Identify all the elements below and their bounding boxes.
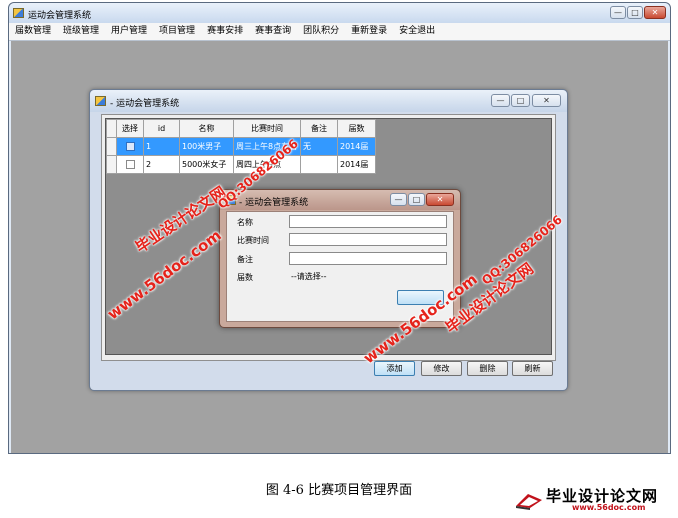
delete-button[interactable]: 删除 bbox=[467, 361, 508, 376]
table-header-row: 选择 id 名称 比赛时间 备注 届数 bbox=[106, 119, 376, 138]
column-header-id[interactable]: id bbox=[143, 119, 180, 138]
dialog-title: - 运动会管理系统 bbox=[239, 198, 309, 208]
menu-team-points[interactable]: 团队积分 bbox=[297, 23, 345, 40]
cell-id[interactable]: 2 bbox=[143, 155, 180, 174]
menu-project-management[interactable]: 项目管理 bbox=[153, 23, 201, 40]
table-row[interactable]: 1 100米男子 周三上午8点左右 无 2014届 bbox=[106, 137, 376, 156]
maximize-button[interactable]: □ bbox=[408, 193, 425, 206]
project-window-titlebar[interactable]: - 运动会管理系统 — □ ✕ bbox=[90, 90, 567, 112]
app-icon bbox=[13, 8, 24, 18]
maximize-button[interactable]: □ bbox=[511, 94, 530, 107]
column-header-session[interactable]: 届数 bbox=[337, 119, 376, 138]
menu-safe-exit[interactable]: 安全退出 bbox=[393, 23, 441, 40]
menubar: 届数管理 班级管理 用户管理 项目管理 赛事安排 赛事查询 团队积分 重新登录 … bbox=[9, 23, 670, 41]
remark-input[interactable] bbox=[289, 252, 447, 265]
cell-id[interactable]: 1 bbox=[143, 137, 180, 156]
remark-label: 备注 bbox=[237, 255, 253, 264]
select-cell bbox=[116, 137, 144, 156]
cell-name[interactable]: 100米男子 bbox=[179, 137, 234, 156]
maximize-button[interactable]: □ bbox=[627, 6, 643, 19]
dialog-titlebar[interactable]: - 运动会管理系统 — □ ✕ bbox=[220, 190, 460, 210]
row-checkbox[interactable] bbox=[125, 142, 135, 151]
menu-session-management[interactable]: 届数管理 bbox=[9, 23, 57, 40]
cell-remark[interactable]: 无 bbox=[300, 137, 338, 156]
site-logo: 毕业设计论文网 www.56doc.com bbox=[512, 485, 672, 515]
table-row[interactable]: 2 5000米女子 周四上午9点 2014届 bbox=[106, 155, 376, 174]
time-input[interactable] bbox=[289, 233, 447, 246]
cell-session[interactable]: 2014届 bbox=[337, 155, 376, 174]
project-table: 选择 id 名称 比赛时间 备注 届数 1 100米男子 周三上午8点左右 无 … bbox=[106, 119, 376, 174]
book-logo-icon bbox=[516, 494, 542, 510]
dialog-client: 名称 比赛时间 备注 届数 --请选择-- bbox=[226, 211, 454, 322]
close-button[interactable]: ✕ bbox=[426, 193, 454, 206]
column-header-time[interactable]: 比赛时间 bbox=[233, 119, 301, 138]
minimize-button[interactable]: — bbox=[491, 94, 510, 107]
main-titlebar[interactable]: 运动会管理系统 — □ ✕ bbox=[9, 3, 670, 23]
minimize-button[interactable]: — bbox=[390, 193, 407, 206]
row-header-corner bbox=[106, 119, 117, 138]
main-window-title: 运动会管理系统 bbox=[28, 11, 92, 21]
menu-class-management[interactable]: 班级管理 bbox=[57, 23, 105, 40]
column-header-name[interactable]: 名称 bbox=[179, 119, 234, 138]
cell-remark[interactable] bbox=[300, 155, 338, 174]
time-label: 比赛时间 bbox=[237, 236, 269, 245]
row-header[interactable] bbox=[106, 137, 117, 156]
column-header-select[interactable]: 选择 bbox=[116, 119, 144, 138]
session-label: 届数 bbox=[237, 273, 253, 282]
name-label: 名称 bbox=[237, 218, 253, 227]
menu-event-schedule[interactable]: 赛事安排 bbox=[201, 23, 249, 40]
name-input[interactable] bbox=[289, 215, 447, 228]
minimize-button[interactable]: — bbox=[610, 6, 626, 19]
row-checkbox[interactable] bbox=[125, 160, 135, 169]
select-cell bbox=[116, 155, 144, 174]
menu-event-query[interactable]: 赛事查询 bbox=[249, 23, 297, 40]
menu-user-management[interactable]: 用户管理 bbox=[105, 23, 153, 40]
refresh-button[interactable]: 刷新 bbox=[512, 361, 553, 376]
project-window-title: - 运动会管理系统 bbox=[110, 99, 180, 109]
edit-button[interactable]: 修改 bbox=[421, 361, 462, 376]
cell-session[interactable]: 2014届 bbox=[337, 137, 376, 156]
close-button[interactable]: ✕ bbox=[532, 94, 561, 107]
cell-name[interactable]: 5000米女子 bbox=[179, 155, 234, 174]
menu-relogin[interactable]: 重新登录 bbox=[345, 23, 393, 40]
logo-url: www.56doc.com bbox=[572, 503, 646, 512]
session-select[interactable]: --请选择-- bbox=[291, 270, 327, 283]
row-header[interactable] bbox=[106, 155, 117, 174]
app-icon bbox=[95, 96, 106, 106]
add-button[interactable]: 添加 bbox=[374, 361, 415, 376]
close-button[interactable]: ✕ bbox=[644, 6, 666, 19]
column-header-remark[interactable]: 备注 bbox=[300, 119, 338, 138]
